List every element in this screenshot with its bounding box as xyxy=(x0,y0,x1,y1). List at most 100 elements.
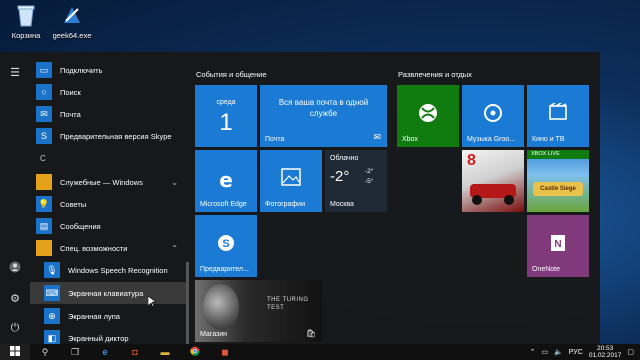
app-label: Поиск xyxy=(60,87,81,97)
edge-icon: e xyxy=(102,347,108,357)
task-view-button[interactable]: ❐ xyxy=(60,344,90,360)
windows-logo-icon xyxy=(10,346,20,358)
desktop-icon-recycle-bin[interactable]: Корзина xyxy=(0,2,52,40)
app-label: Экранная лупа xyxy=(68,311,120,321)
hamburger-icon: ☰ xyxy=(10,66,20,79)
tile-racing-game[interactable]: 8 xyxy=(462,150,524,212)
weather-high: -2° xyxy=(365,168,374,175)
group-title-social[interactable]: События и общение xyxy=(196,70,267,79)
store-promo-title: THE TURING TEST xyxy=(267,297,309,311)
mouse-cursor-icon xyxy=(148,296,156,308)
messages-icon: ▤ xyxy=(36,218,52,234)
notifications-icon[interactable]: ▢ xyxy=(627,348,634,356)
chevron-up-icon[interactable]: ⌃ xyxy=(530,348,536,356)
app-label: Подключить xyxy=(60,65,103,75)
tile-store[interactable]: THE TURING TEST Магазин 🛍 xyxy=(195,280,322,342)
geek-app-icon xyxy=(59,2,85,28)
mail-icon: ✉ xyxy=(373,132,381,142)
app-item-on-screen-keyboard[interactable]: ⌨ Экранная клавиатура xyxy=(30,282,186,304)
taskbar-edge-button[interactable]: e xyxy=(90,344,120,360)
letter-header-c[interactable]: С xyxy=(40,154,46,163)
calendar-day-number: 1 xyxy=(219,109,233,136)
taskbar-folder-button[interactable]: ▬ xyxy=(150,344,180,360)
car-wheel xyxy=(504,195,514,205)
tile-label: Microsoft Edge xyxy=(200,201,247,208)
hamburger-menu-button[interactable]: ☰ xyxy=(0,60,30,84)
app-item-messages[interactable]: ▤ Сообщения xyxy=(36,215,186,237)
tile-weather[interactable]: Облачно -2° -2° -5° Москва xyxy=(325,150,387,212)
racing-title: 8 xyxy=(467,152,476,169)
app-label: Экранная клавиатура xyxy=(68,288,144,298)
car-wheel xyxy=(472,195,482,205)
store-promo-image xyxy=(203,284,239,330)
tile-mail[interactable]: Вся ваша почта в одной службе Почта ✉ xyxy=(260,85,387,147)
app-label: Экранный диктор xyxy=(68,333,129,343)
taskbar-search-button[interactable]: ⚲ xyxy=(30,344,60,360)
desktop-icon-geek64[interactable]: geek64.exe xyxy=(46,2,98,40)
chrome-icon xyxy=(190,346,200,358)
taskbar: ⚲ ❐ e ◘ ▬ ◼ ⌃ ▭ 🔈 РУС 20:53 01.02.2017 ▢ xyxy=(0,344,640,360)
app-item-mail[interactable]: ✉ Почта xyxy=(36,103,186,125)
clock-date: 01.02.2017 xyxy=(588,352,622,359)
tile-groove-music[interactable]: Музыка Groo... xyxy=(462,85,524,147)
task-view-icon: ❐ xyxy=(70,346,80,357)
weather-low: -5° xyxy=(365,178,374,185)
app-list[interactable]: ▭ Подключить ○ Поиск ✉ Почта S Предварит… xyxy=(30,52,190,344)
tile-label: Магазин xyxy=(200,331,228,338)
tile-label: Музыка Groo... xyxy=(467,136,516,143)
xbox-live-badge: XBOX LIVE xyxy=(527,150,589,159)
app-item-connect[interactable]: ▭ Подключить xyxy=(36,59,186,81)
narrator-icon: ◧ xyxy=(44,330,60,344)
tile-xbox[interactable]: Xbox xyxy=(397,85,459,147)
app-item-narrator[interactable]: ◧ Экранный диктор xyxy=(36,327,186,344)
edge-icon: e xyxy=(219,168,233,192)
svg-text:N: N xyxy=(554,239,561,250)
clock[interactable]: 20:53 01.02.2017 xyxy=(589,345,622,359)
tile-calendar[interactable]: среда 1 xyxy=(195,85,257,147)
folder-icon: ▬ xyxy=(160,347,170,357)
recycle-bin-icon xyxy=(13,2,39,28)
user-account-button[interactable] xyxy=(0,256,30,280)
power-icon: ⏻ xyxy=(10,321,20,334)
taskbar-chrome-button[interactable] xyxy=(180,344,210,360)
svg-text:S: S xyxy=(222,238,229,250)
network-icon[interactable]: ▭ xyxy=(541,348,548,356)
group-title-entertainment[interactable]: Развлечения и отдых xyxy=(398,70,472,79)
app-label: Спец. возможности xyxy=(60,243,128,253)
app-list-scrollbar[interactable] xyxy=(186,262,189,344)
app-item-tips[interactable]: 💡 Советы xyxy=(36,193,186,215)
app-item-windows-accessories[interactable]: Служебные — Windows ⌄ xyxy=(36,171,186,193)
tile-onenote[interactable]: N OneNote xyxy=(527,215,589,277)
folder-icon xyxy=(36,174,52,190)
taskbar-app2-button[interactable]: ◼ xyxy=(210,344,240,360)
start-button[interactable] xyxy=(0,344,30,360)
weather-temp: -2° xyxy=(330,168,350,185)
tile-movies-tv[interactable]: Кино и ТВ xyxy=(527,85,589,147)
settings-button[interactable]: ⚙ xyxy=(0,286,30,310)
taskbar-app-button[interactable]: ◘ xyxy=(120,344,150,360)
app-item-skype[interactable]: S Предварительная версия Skype xyxy=(36,125,186,147)
tile-castle-siege[interactable]: XBOX LIVE Castle Siege xyxy=(527,150,589,212)
tile-skype[interactable]: S Предварител... xyxy=(195,215,257,277)
calendar-day-name: среда xyxy=(216,99,236,106)
tile-photos[interactable]: Фотографии xyxy=(260,150,322,212)
start-rail: ☰ ⚙ ⏻ xyxy=(0,52,30,344)
user-icon xyxy=(9,261,21,276)
power-button[interactable]: ⏻ xyxy=(0,316,30,340)
photos-icon xyxy=(260,168,322,192)
desktop-icon-label: geek64.exe xyxy=(52,31,92,40)
chevron-down-icon: ⌄ xyxy=(171,177,178,187)
app-label: Предварительная версия Skype xyxy=(60,131,172,141)
app-item-magnifier[interactable]: ⊕ Экранная лупа xyxy=(36,305,186,327)
app-item-accessibility[interactable]: Спец. возможности ⌃ xyxy=(36,237,186,259)
volume-icon[interactable]: 🔈 xyxy=(554,348,563,356)
desktop-icon-label: Корзина xyxy=(11,31,41,40)
tile-edge[interactable]: e Microsoft Edge xyxy=(195,150,257,212)
clock-time: 20:53 xyxy=(596,345,614,352)
tips-icon: 💡 xyxy=(36,196,52,212)
app-item-speech-recognition[interactable]: 🎙 Windows Speech Recognition xyxy=(36,259,186,281)
store-bag-icon: 🛍 xyxy=(305,329,316,338)
language-indicator[interactable]: РУС xyxy=(569,349,583,356)
app-item-search[interactable]: ○ Поиск xyxy=(36,81,186,103)
folder-icon xyxy=(36,240,52,256)
